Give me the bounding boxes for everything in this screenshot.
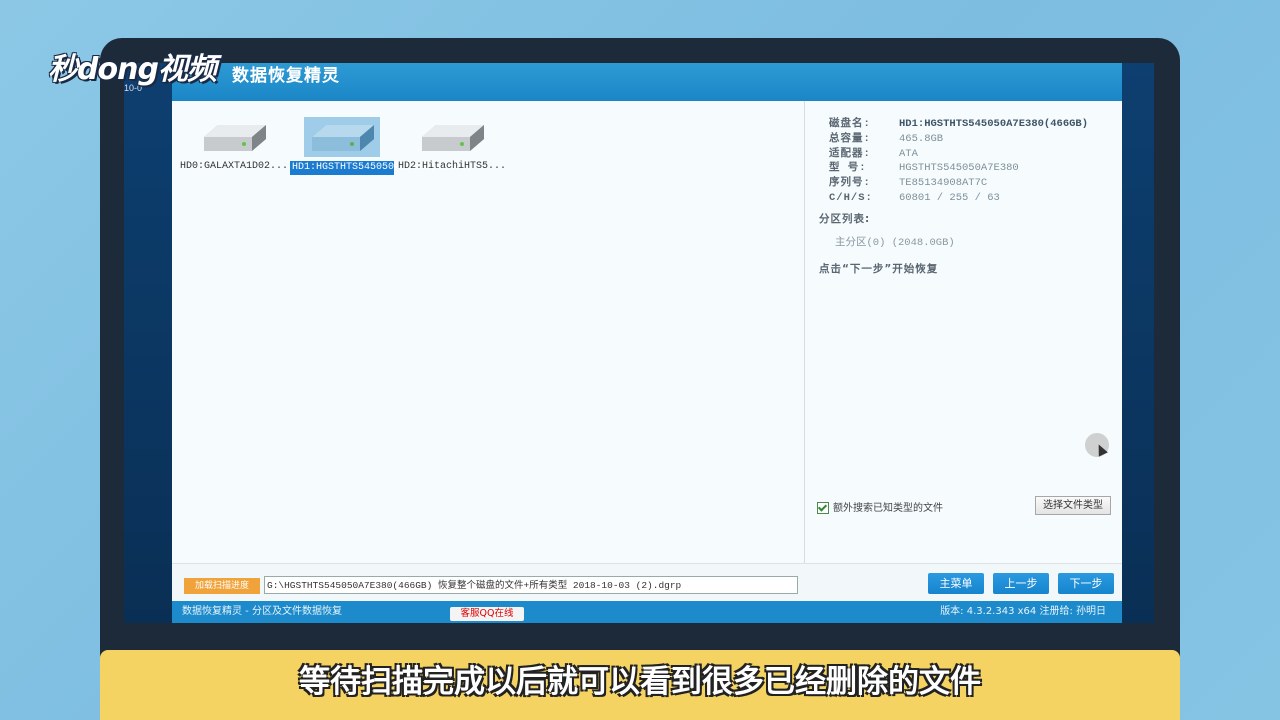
previous-step-button[interactable]: 上一步 bbox=[993, 573, 1049, 594]
recover-hint: 点击“下一步”开始恢复 bbox=[819, 263, 939, 275]
disk-label: HD1:HGSTHTS545050A7E380(466GB) bbox=[290, 161, 473, 175]
info-chs: C/H/S: 60801 / 255 / 63 bbox=[829, 191, 1000, 205]
disk-info-pane: 磁盘名: HD1:HGSTHTS545050A7E380(466GB) 总容量: 4… bbox=[805, 101, 1122, 563]
load-scan-progress-button[interactable]: 加载扫描进度 bbox=[184, 578, 260, 594]
disk-item-hd2[interactable]: HD2:HitachiHTS5... bbox=[398, 117, 506, 197]
info-value: HGSTHTS545050A7E380 bbox=[899, 162, 1019, 174]
app-title: 数据恢复精灵 bbox=[232, 66, 340, 85]
extra-search-label: 额外搜索已知类型的文件 bbox=[833, 503, 943, 514]
disk-label: HD0:GALAXTA1D02... bbox=[180, 161, 289, 172]
partition-item[interactable]: 主分区(0) (2048.0GB) bbox=[835, 234, 955, 249]
main-menu-button[interactable]: 主菜单 bbox=[928, 573, 984, 594]
title-bar: 数据恢复精灵 bbox=[172, 63, 1122, 101]
hard-drive-icon bbox=[196, 117, 272, 157]
info-key: 型 号: bbox=[829, 162, 867, 174]
info-value: 465.8GB bbox=[899, 133, 944, 145]
qq-support-button[interactable]: 客服QQ在线 bbox=[450, 607, 524, 621]
scan-file-path-field[interactable]: G:\HGSTHTS545050A7E380(466GB) 恢复整个磁盘的文件+… bbox=[264, 576, 798, 594]
info-key: 总容量: bbox=[829, 133, 871, 145]
info-key: 磁盘名: bbox=[829, 118, 871, 130]
desktop-right-edge bbox=[1122, 63, 1154, 623]
extra-search-option[interactable]: 额外搜索已知类型的文件 bbox=[817, 499, 943, 514]
info-capacity: 总容量: 465.8GB bbox=[829, 132, 943, 146]
disk-item-hd0[interactable]: HD0:GALAXTA1D02... bbox=[180, 117, 288, 197]
hard-drive-icon bbox=[414, 117, 490, 157]
info-model: 型 号: HGSTHTS545050A7E380 bbox=[829, 161, 1019, 175]
info-key: 序列号: bbox=[829, 177, 871, 189]
info-key: 适配器: bbox=[829, 148, 871, 160]
app-window: 数据恢复精灵 HD0:GALAXTA1D02... HD1:HGSTHTS545… bbox=[172, 63, 1122, 623]
info-value: TE85134908AT7C bbox=[899, 177, 988, 189]
hard-drive-icon bbox=[304, 117, 380, 157]
video-subtitle: 等待扫描完成以后就可以看到很多已经删除的文件 bbox=[299, 664, 981, 700]
info-adapter: 适配器: ATA bbox=[829, 147, 918, 161]
select-file-type-button[interactable]: 选择文件类型 bbox=[1035, 496, 1111, 515]
disk-list-pane: HD0:GALAXTA1D02... HD1:HGSTHTS545050A7E3… bbox=[172, 101, 804, 563]
info-disk-name: 磁盘名: HD1:HGSTHTS545050A7E380(466GB) bbox=[829, 117, 1088, 131]
brand-logo: 秒dong视频 bbox=[48, 52, 217, 87]
extra-search-checkbox[interactable] bbox=[817, 502, 829, 514]
status-app-name: 数据恢复精灵 - 分区及文件数据恢复 bbox=[182, 606, 342, 617]
desktop-left-edge: 10-0 bbox=[124, 63, 172, 623]
info-value: HD1:HGSTHTS545050A7E380(466GB) bbox=[899, 118, 1089, 130]
info-value: ATA bbox=[899, 148, 918, 160]
screen: 10-0 数据恢复精灵 HD0:GALAXTA1D02... HD1:HGSTH… bbox=[124, 63, 1154, 623]
disk-item-hd1[interactable]: HD1:HGSTHTS545050A7E380(466GB) bbox=[288, 117, 473, 197]
next-step-button[interactable]: 下一步 bbox=[1058, 573, 1114, 594]
status-bar: 数据恢复精灵 - 分区及文件数据恢复 客服QQ在线 版本: 4.3.2.343 … bbox=[172, 601, 1122, 623]
disk-label: HD2:HitachiHTS5... bbox=[398, 161, 507, 172]
partition-list-label: 分区列表: bbox=[819, 213, 871, 225]
info-key: C/H/S: bbox=[829, 192, 873, 204]
status-version: 版本: 4.3.2.343 x64 注册给: 孙明日 bbox=[940, 606, 1106, 617]
info-value: 60801 / 255 / 63 bbox=[899, 192, 1000, 204]
info-serial: 序列号: TE85134908AT7C bbox=[829, 176, 987, 190]
